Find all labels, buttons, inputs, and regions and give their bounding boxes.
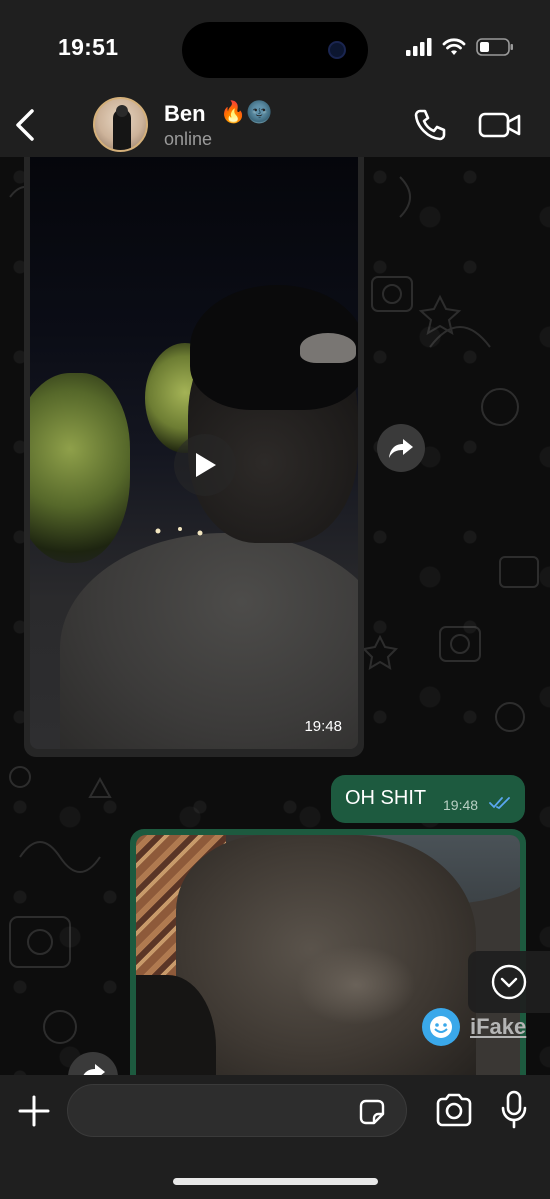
ifake-logo-icon xyxy=(422,1008,460,1046)
avatar-head xyxy=(116,105,128,117)
chevron-down-circle-icon xyxy=(491,964,527,1000)
dynamic-island xyxy=(182,22,368,78)
avatar[interactable] xyxy=(93,97,148,152)
sticker-button[interactable] xyxy=(357,1097,387,1127)
voice-message-button[interactable] xyxy=(500,1090,528,1130)
message-timestamp: 19:48 xyxy=(443,797,479,813)
video-cap-logo xyxy=(300,333,356,363)
back-button[interactable] xyxy=(12,107,42,143)
voice-call-button[interactable] xyxy=(412,107,448,143)
forward-icon xyxy=(389,439,413,458)
video-call-button[interactable] xyxy=(478,107,522,143)
incoming-video-message[interactable]: 19:48 xyxy=(24,157,364,757)
contact-emoji: 🔥🌚 xyxy=(220,101,273,124)
status-bar: 19:51 xyxy=(0,0,550,95)
contact-name[interactable]: Ben xyxy=(164,101,206,127)
scroll-to-bottom-button[interactable] xyxy=(468,951,550,1013)
chat-area[interactable]: 19:48 OH SHIT 19:48 iFake xyxy=(0,157,550,1075)
message-input[interactable] xyxy=(67,1084,407,1137)
contact-status: online xyxy=(164,129,213,149)
video-tree-left xyxy=(30,373,130,563)
status-icons xyxy=(406,38,514,56)
input-bar xyxy=(0,1075,550,1199)
chevron-left-icon xyxy=(16,109,34,141)
outgoing-text-message[interactable]: OH SHIT 19:48 xyxy=(331,775,525,823)
video-person-body xyxy=(60,533,358,749)
forward-icon xyxy=(83,1064,105,1075)
watermark: iFake xyxy=(422,1008,526,1046)
camera-icon xyxy=(436,1093,472,1127)
attach-button[interactable] xyxy=(17,1094,51,1128)
video-lights xyxy=(155,527,203,536)
chat-header: Ben 🔥🌚 online xyxy=(0,95,550,157)
watermark-text: iFake xyxy=(470,1014,527,1039)
home-indicator[interactable] xyxy=(173,1178,378,1185)
phone-icon xyxy=(414,109,446,141)
battery-icon xyxy=(476,38,513,56)
plus-icon xyxy=(18,1095,50,1127)
microphone-icon xyxy=(501,1090,527,1129)
double-check-icon xyxy=(489,797,510,810)
video-thumbnail[interactable]: 19:48 xyxy=(30,157,358,749)
signal-icon xyxy=(406,38,432,56)
camera-indicator xyxy=(328,41,346,59)
wifi-icon xyxy=(442,38,466,55)
message-text: OH SHIT xyxy=(345,787,427,809)
video-timestamp: 19:48 xyxy=(304,718,342,735)
camera-button[interactable] xyxy=(435,1093,473,1127)
sticker-icon xyxy=(359,1099,385,1125)
forward-button[interactable] xyxy=(377,424,425,472)
status-time: 19:51 xyxy=(58,34,119,60)
play-icon xyxy=(196,453,216,477)
image-jacket-fold xyxy=(296,945,416,1025)
play-button[interactable] xyxy=(174,434,236,496)
video-camera-icon xyxy=(478,112,521,138)
